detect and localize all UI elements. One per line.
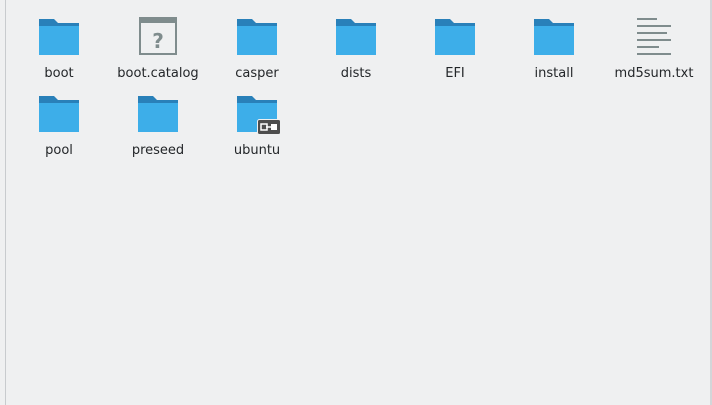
- file-name: casper: [235, 66, 279, 81]
- view-left-border: [0, 0, 6, 405]
- file-item-boot[interactable]: boot: [13, 17, 105, 87]
- file-name: ubuntu: [233, 143, 281, 158]
- file-item-casper[interactable]: casper: [211, 17, 303, 87]
- folder-icon: [334, 17, 378, 57]
- folder-icon: [433, 17, 477, 57]
- file-name: preseed: [131, 143, 185, 158]
- file-name: boot: [44, 66, 74, 81]
- file-item-dists[interactable]: dists: [310, 17, 402, 87]
- file-item-preseed[interactable]: preseed: [112, 94, 204, 164]
- svg-text:?: ?: [152, 29, 164, 53]
- symlink-emblem-icon: [257, 119, 281, 135]
- folder-icon: [532, 17, 576, 57]
- file-item-boot-catalog[interactable]: ? boot.catalog: [112, 17, 204, 87]
- folder-icon: [235, 17, 279, 57]
- file-item-ubuntu[interactable]: ubuntu: [211, 94, 303, 164]
- file-name: install: [534, 66, 574, 81]
- folder-icon: [37, 17, 81, 57]
- file-item-md5sum-txt[interactable]: md5sum.txt: [608, 17, 700, 87]
- text-file-icon: [632, 17, 676, 57]
- file-name: md5sum.txt: [614, 66, 694, 81]
- file-name: pool: [45, 143, 73, 158]
- folder-symlink-icon: [235, 94, 281, 135]
- file-name: dists: [340, 66, 372, 81]
- file-item-pool[interactable]: pool: [13, 94, 105, 164]
- file-item-efi[interactable]: EFI: [409, 17, 501, 87]
- file-name: EFI: [445, 66, 465, 81]
- folder-icon: [37, 94, 81, 134]
- unknown-file-icon: ?: [136, 17, 180, 57]
- file-name: boot.catalog: [117, 66, 199, 81]
- folder-icon: [136, 94, 180, 134]
- file-item-install[interactable]: install: [508, 17, 600, 87]
